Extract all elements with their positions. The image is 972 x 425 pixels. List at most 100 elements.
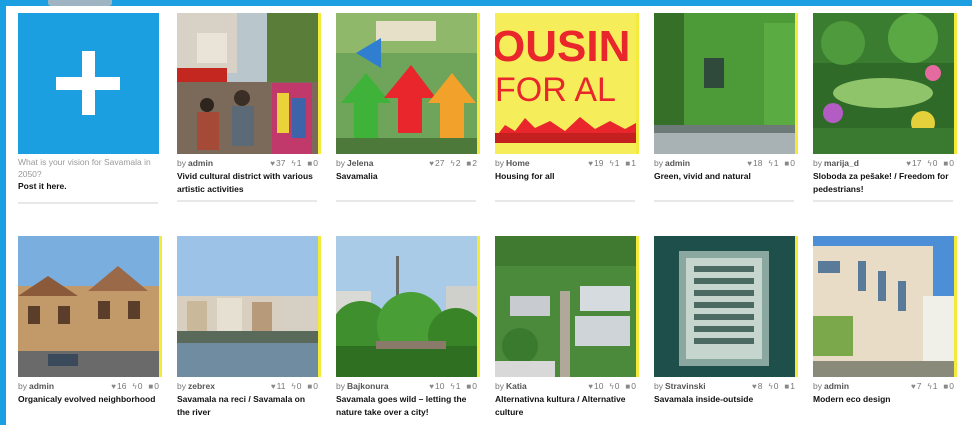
idea-thumbnail[interactable] (813, 13, 957, 154)
share-icon[interactable]: ϟ (291, 382, 295, 391)
comment-icon[interactable]: ■ (625, 382, 630, 391)
idea-title[interactable]: Savamalia (336, 170, 476, 198)
author-link[interactable]: admin (824, 381, 849, 391)
idea-title[interactable]: Savamala inside-outside (654, 393, 794, 421)
by-label: by (654, 158, 663, 168)
idea-thumbnail[interactable] (654, 13, 798, 154)
idea-card[interactable]: by admin ♥ 37 ϟ1 ■ 0 Vivid cultural distri… (177, 13, 322, 202)
idea-card[interactable]: by Stravinski ♥ 8 ϟ0 ■ 1 Savamala inside-o… (654, 236, 799, 421)
idea-thumbnail[interactable] (177, 13, 321, 154)
idea-thumbnail[interactable] (18, 236, 162, 377)
add-idea-tile[interactable] (18, 13, 162, 154)
author-link[interactable]: marija_d (824, 158, 859, 168)
heart-icon[interactable]: ♥ (588, 159, 593, 168)
author-link[interactable]: zebrex (188, 381, 215, 391)
comment-count: 0 (472, 381, 477, 391)
share-icon[interactable]: ϟ (450, 382, 454, 391)
comment-icon[interactable]: ■ (307, 159, 312, 168)
like-count: 17 (911, 158, 922, 168)
comment-icon[interactable]: ■ (466, 159, 471, 168)
idea-title[interactable]: Vivid cultural district with various art… (177, 170, 317, 198)
share-count: 1 (932, 381, 938, 391)
idea-card[interactable]: by Jelena ♥ 27 ϟ2 ■ 2 Savamalia (336, 13, 481, 202)
share-icon[interactable]: ϟ (609, 159, 613, 168)
idea-thumbnail[interactable]: OUSIN FOR AL (495, 13, 639, 154)
idea-thumbnail[interactable] (654, 236, 798, 377)
by-label: by (654, 381, 663, 391)
idea-card[interactable]: by admin ♥ 7 ϟ1 ■ 0 Modern eco design (813, 236, 958, 421)
idea-card[interactable]: by admin ♥ 16 ϟ0 ■ 0 Organicaly evolved ne… (18, 236, 163, 421)
post-here-link[interactable]: Post it here. (18, 180, 163, 193)
idea-card[interactable]: by admin ♥ 18 ϟ1 ■ 0 Green, vivid and natu… (654, 13, 799, 202)
by-label: by (18, 381, 27, 391)
comment-icon[interactable]: ■ (784, 382, 789, 391)
heart-icon[interactable]: ♥ (911, 382, 916, 391)
idea-title[interactable]: Green, vivid and natural (654, 170, 794, 198)
author-link[interactable]: admin (29, 381, 54, 391)
author-link[interactable]: Bajkonura (347, 381, 389, 391)
share-icon[interactable]: ϟ (609, 382, 613, 391)
card-meta: by Katia ♥ 10 ϟ0 ■ 0 (495, 379, 640, 393)
comment-icon[interactable]: ■ (943, 382, 948, 391)
author-link[interactable]: admin (188, 158, 213, 168)
idea-title[interactable]: Modern eco design (813, 393, 953, 421)
share-icon[interactable]: ϟ (450, 159, 454, 168)
add-idea-card[interactable]: What is your vision for Savamala in 2050… (18, 13, 163, 204)
share-icon[interactable]: ϟ (927, 382, 931, 391)
comment-icon[interactable]: ■ (307, 382, 312, 391)
card-meta: by admin ♥ 37 ϟ1 ■ 0 (177, 156, 322, 170)
idea-title[interactable]: Savamala goes wild – letting the nature … (336, 393, 476, 421)
idea-card[interactable]: by marija_d ♥ 17 ϟ0 ■ 0 Sloboda za pešake!… (813, 13, 958, 202)
heart-icon[interactable]: ♥ (588, 382, 593, 391)
idea-title[interactable]: Savamala na reci / Savamala on the river (177, 393, 317, 421)
heart-icon[interactable]: ♥ (906, 159, 911, 168)
card-divider (813, 200, 953, 202)
heart-icon[interactable]: ♥ (111, 382, 116, 391)
idea-card[interactable]: by zebrex ♥ 11 ϟ0 ■ 0 Savamala na reci / S… (177, 236, 322, 421)
heart-icon[interactable]: ♥ (747, 159, 752, 168)
author-link[interactable]: Katia (506, 381, 527, 391)
share-icon[interactable]: ϟ (927, 159, 931, 168)
idea-title[interactable]: Sloboda za pešake! / Freedom for pedestr… (813, 170, 953, 198)
heart-icon[interactable]: ♥ (271, 382, 276, 391)
share-icon[interactable]: ϟ (132, 382, 136, 391)
share-count: 0 (614, 381, 620, 391)
comment-icon[interactable]: ■ (466, 382, 471, 391)
idea-thumbnail[interactable] (177, 236, 321, 377)
share-icon[interactable]: ϟ (768, 159, 772, 168)
idea-title[interactable]: Housing for all (495, 170, 635, 198)
share-count: 1 (773, 158, 779, 168)
comment-count: 0 (790, 158, 795, 168)
comment-icon[interactable]: ■ (625, 159, 630, 168)
idea-card[interactable]: by Bajkonura ♥ 10 ϟ1 ■ 0 Savamala goes wil… (336, 236, 481, 421)
heart-icon[interactable]: ♥ (429, 159, 434, 168)
comment-count: 0 (949, 158, 954, 168)
author-link[interactable]: Stravinski (665, 381, 706, 391)
idea-thumbnail[interactable] (336, 236, 480, 377)
poster-line-1: OUSIN (495, 22, 630, 71)
author-link[interactable]: admin (665, 158, 690, 168)
idea-thumbnail[interactable] (813, 236, 957, 377)
author-link[interactable]: Home (506, 158, 530, 168)
share-icon[interactable]: ϟ (291, 159, 295, 168)
like-count: 16 (116, 381, 127, 391)
comment-icon[interactable]: ■ (943, 159, 948, 168)
idea-card[interactable]: by Katia ♥ 10 ϟ0 ■ 0 Alternativna kultura … (495, 236, 640, 421)
idea-thumbnail[interactable] (336, 13, 480, 154)
card-divider (336, 200, 476, 202)
comment-count: 1 (631, 158, 636, 168)
author-link[interactable]: Jelena (347, 158, 373, 168)
like-count: 19 (593, 158, 604, 168)
heart-icon[interactable]: ♥ (270, 159, 275, 168)
idea-title[interactable]: Alternativna kultura / Alternative cultu… (495, 393, 635, 421)
idea-title[interactable]: Organicaly evolved neighborhood (18, 393, 158, 421)
card-divider (654, 200, 794, 202)
comment-icon[interactable]: ■ (784, 159, 789, 168)
idea-card[interactable]: OUSIN FOR AL by Home ♥ 19 ϟ1 ■ 1 Housing f… (495, 13, 640, 202)
comment-count: 0 (313, 381, 318, 391)
heart-icon[interactable]: ♥ (752, 382, 757, 391)
idea-thumbnail[interactable] (495, 236, 639, 377)
heart-icon[interactable]: ♥ (429, 382, 434, 391)
comment-icon[interactable]: ■ (148, 382, 153, 391)
share-icon[interactable]: ϟ (768, 382, 772, 391)
